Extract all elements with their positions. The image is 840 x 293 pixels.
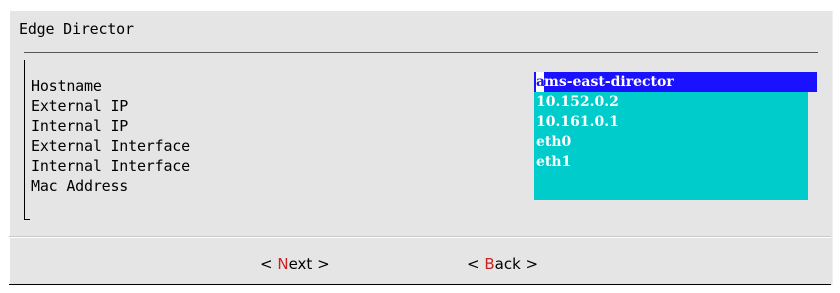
external-ip-field[interactable]: 10.152.0.2: [534, 92, 808, 112]
next-button-open: <: [260, 255, 278, 273]
back-button-rest: ack >: [494, 255, 539, 273]
back-button[interactable]: < Back >: [467, 254, 538, 274]
dialog-title: Edge Director: [19, 20, 134, 38]
hostname-field[interactable]: ams-east-director: [534, 72, 817, 92]
external-interface-field[interactable]: eth0: [534, 132, 808, 152]
back-button-hotkey: B: [484, 255, 495, 273]
form-frame-bottom-corner: [24, 219, 30, 220]
field-labels: Hostname External IP Internal IP Externa…: [31, 76, 190, 196]
next-button[interactable]: < Next >: [260, 254, 330, 274]
next-button-rest: ext >: [288, 255, 330, 273]
mac-address-field[interactable]: [534, 172, 808, 200]
dialog-bottom-border: [9, 284, 831, 285]
label-external-interface: External Interface: [31, 137, 190, 155]
button-bar-divider: [9, 237, 831, 238]
hostname-field-rest: ms-east-director: [544, 74, 674, 90]
label-internal-interface: Internal Interface: [31, 157, 190, 175]
form-frame-top-border: [24, 52, 818, 53]
label-external-ip: External IP: [31, 97, 129, 115]
internal-interface-field[interactable]: eth1: [534, 152, 808, 172]
back-button-open: <: [467, 255, 485, 273]
next-button-hotkey: N: [277, 255, 289, 273]
label-internal-ip: Internal IP: [31, 117, 129, 135]
internal-ip-field[interactable]: 10.161.0.1: [534, 112, 808, 132]
button-bar: < Next > < Back >: [9, 250, 831, 278]
label-hostname: Hostname: [31, 77, 102, 95]
form-frame-left-border: [24, 60, 25, 220]
text-cursor: a: [536, 72, 546, 92]
label-mac-address: Mac Address: [31, 177, 129, 195]
field-values: ams-east-director 10.152.0.2 10.161.0.1 …: [534, 72, 817, 200]
